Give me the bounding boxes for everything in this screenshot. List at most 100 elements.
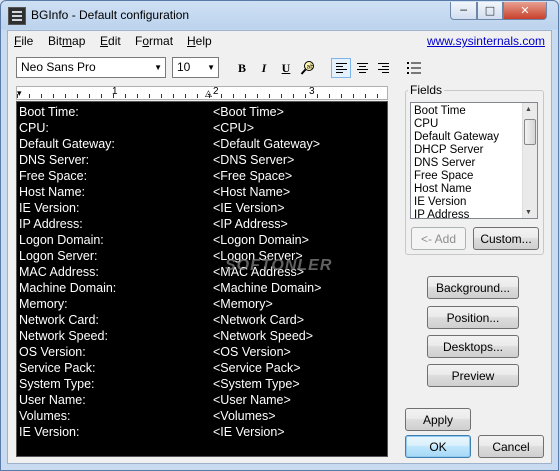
list-item[interactable]: DHCP Server (414, 144, 483, 157)
scroll-down-icon[interactable]: ▼ (525, 209, 532, 216)
row-label: Volumes: (19, 409, 71, 423)
row-label: Machine Domain: (19, 281, 117, 295)
list-item[interactable]: IP Address (414, 209, 469, 218)
list-item[interactable]: Free Space (414, 170, 473, 183)
list-item[interactable]: Host Name (414, 183, 472, 196)
list-item[interactable]: CPU (414, 118, 438, 131)
client-area: File Bitmap Edit Format Help www.sysinte… (7, 30, 552, 464)
scroll-thumb[interactable] (524, 119, 536, 145)
field-picker-button[interactable]: ab (298, 58, 318, 78)
magnifier-field-icon: ab (300, 61, 314, 75)
left-indent-marker[interactable]: ▾ (17, 89, 22, 99)
close-button[interactable]: ✕ (503, 2, 547, 20)
italic-button[interactable]: I (254, 58, 274, 78)
menu-edit[interactable]: Edit (100, 34, 121, 48)
row-field: <Free Space> (213, 169, 293, 183)
title-bar[interactable]: BGInfo - Default configuration ─ □ ✕ (1, 1, 558, 31)
row-field: <Default Gateway> (213, 137, 321, 151)
ok-button[interactable]: OK (405, 435, 471, 458)
row-field: <System Type> (213, 377, 300, 391)
row-label: System Type: (19, 377, 95, 391)
menu-bitmap-label-end: ap (72, 34, 86, 48)
align-left-icon (335, 63, 347, 73)
align-left-button[interactable] (331, 58, 351, 78)
cancel-button[interactable]: Cancel (478, 435, 544, 458)
row-label: Logon Domain: (19, 233, 104, 247)
custom-field-button[interactable]: Custom... (473, 227, 539, 250)
row-label: IP Address: (19, 217, 83, 231)
list-item[interactable]: Boot Time (414, 105, 466, 118)
row-label: Host Name: (19, 185, 85, 199)
menu-help[interactable]: Help (187, 34, 212, 48)
sysinternals-link[interactable]: www.sysinternals.com (427, 34, 545, 48)
position-button[interactable]: Position... (427, 306, 519, 329)
row-label: Default Gateway: (19, 137, 115, 151)
row-label: IE Version: (19, 425, 80, 439)
align-right-button[interactable] (373, 58, 393, 78)
row-label: Memory: (19, 297, 68, 311)
maximize-button[interactable]: □ (477, 2, 503, 20)
row-label: Free Space: (19, 169, 88, 183)
bullets-button[interactable] (404, 58, 424, 78)
maximize-icon: □ (484, 4, 496, 17)
editor-row: Default Gateway: <Default Gateway> (19, 136, 387, 152)
menu-bitmap-label-start: Bit (48, 34, 63, 48)
row-field: <Volumes> (213, 409, 276, 423)
row-label: User Name: (19, 393, 86, 407)
row-field: <Logon Domain> (213, 233, 309, 247)
chevron-down-icon: ▼ (207, 63, 215, 72)
editor-row: DNS Server: <DNS Server> (19, 152, 387, 168)
apply-button[interactable]: Apply (405, 408, 471, 431)
preview-button[interactable]: Preview (427, 364, 519, 387)
tab-stop-marker[interactable]: ◬ (205, 89, 212, 99)
font-size-select[interactable]: 10 ▼ (172, 57, 219, 78)
format-toolbar: Neo Sans Pro ▼ 10 ▼ B I U ab (8, 52, 551, 80)
row-field: <Network Card> (213, 313, 305, 327)
scroll-up-icon[interactable]: ▲ (525, 106, 532, 113)
menu-file[interactable]: File (14, 34, 33, 48)
row-label: CPU: (19, 121, 49, 135)
ruler-ticks (17, 94, 387, 98)
font-family-select[interactable]: Neo Sans Pro ▼ (16, 57, 166, 78)
row-field: <OS Version> (213, 345, 291, 359)
row-field: <Memory> (213, 297, 273, 311)
editor-row: Free Space: <Free Space> (19, 168, 387, 184)
align-center-button[interactable] (352, 58, 372, 78)
row-field: <IE Version> (213, 425, 285, 439)
fields-scrollbar[interactable]: ▲ ▼ (522, 103, 537, 218)
bold-icon: B (237, 60, 246, 75)
italic-icon: I (261, 60, 267, 75)
desktops-button[interactable]: Desktops... (427, 335, 519, 358)
row-field: <DNS Server> (213, 153, 295, 167)
ruler-number: 2 (213, 86, 219, 97)
menu-bitmap[interactable]: Bitmap (48, 34, 85, 48)
info-editor[interactable]: Boot Time: <Boot Time> CPU: <CPU> Default … (16, 101, 388, 457)
ruler: ▾ 1 ◬ 2 3 (16, 86, 388, 100)
background-button[interactable]: Background... (427, 276, 519, 299)
add-field-button[interactable]: <- Add (411, 227, 466, 250)
underline-icon: U (281, 60, 291, 75)
bginfo-window: BGInfo - Default configuration ─ □ ✕ Fil… (0, 0, 559, 471)
menu-format[interactable]: Format (135, 34, 173, 48)
row-field: <Boot Time> (213, 105, 284, 119)
underline-button[interactable]: U (276, 58, 296, 78)
bginfo-app-icon[interactable] (8, 7, 26, 25)
row-label: Network Card: (19, 313, 99, 327)
editor-row: CPU: <CPU> (19, 120, 387, 136)
fields-listbox[interactable]: Boot Time CPU Default Gateway DHCP Serve… (410, 102, 538, 219)
watermark: SOFTONLER (225, 257, 333, 274)
list-item[interactable]: IE Version (414, 196, 466, 209)
menu-help-label: elp (195, 34, 212, 48)
menu-file-label: ile (21, 34, 34, 48)
row-field: <IP Address> (213, 217, 288, 231)
fields-label: Fields (408, 83, 445, 97)
list-item[interactable]: DNS Server (414, 157, 475, 170)
bold-button[interactable]: B (232, 58, 252, 78)
menu-bitmap-mnemonic: m (62, 34, 73, 48)
menu-edit-label: dit (108, 34, 121, 48)
list-item[interactable]: Default Gateway (414, 131, 499, 144)
editor-row: IP Address: <IP Address> (19, 216, 387, 232)
minimize-button[interactable]: ─ (450, 2, 477, 20)
font-size-value: 10 (177, 60, 191, 74)
editor-row: Service Pack: <Service Pack> (19, 360, 387, 376)
